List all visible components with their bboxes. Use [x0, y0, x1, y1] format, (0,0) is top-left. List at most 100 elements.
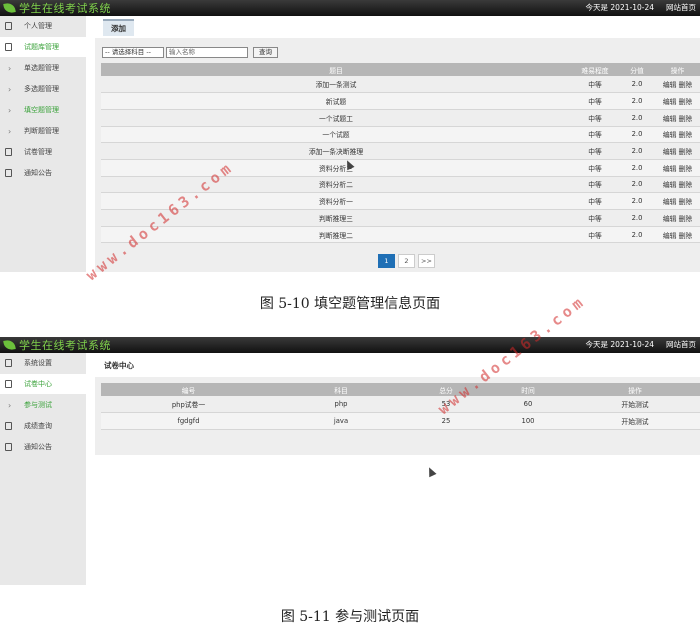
time-cell: 100 — [486, 412, 570, 430]
table-row: 判断推理二 中等 2.0 编辑 删除 — [101, 226, 700, 244]
action-cell: 编辑 删除 — [655, 76, 700, 94]
tab-add[interactable]: 添加 — [103, 19, 134, 36]
action-cell: 编辑 删除 — [655, 176, 700, 194]
sidebar-item[interactable]: › 多选题管理 — [0, 79, 86, 99]
action-cell: 编辑 删除 — [655, 226, 700, 244]
question-title-cell: 一个试题 — [101, 126, 571, 144]
delete-link[interactable]: 删除 — [679, 131, 693, 139]
sidebar-item[interactable]: › 填空题管理 — [0, 100, 86, 120]
site-home-link[interactable]: 网站首页 — [666, 339, 696, 350]
edit-link[interactable]: 编辑 — [663, 98, 677, 106]
sidebar-item-label: 个人管理 — [24, 22, 52, 30]
subject-select[interactable]: -- 请选择科目 -- — [102, 47, 164, 58]
top-right-info: 今天是 2021-10-24 网站首页 — [586, 2, 696, 13]
top-right-info: 今天是 2021-10-24 网站首页 — [586, 339, 696, 350]
sidebar: 个人管理试题库管理 › 单选题管理 › 多选题管理 › 填空题管理 › 判断题管理试卷管理通知公… — [0, 16, 86, 272]
sidebar-item[interactable]: 通知公告 — [0, 163, 86, 183]
delete-link[interactable]: 删除 — [679, 181, 693, 189]
question-title-cell: 添加一条决断推理 — [101, 142, 571, 160]
page-button[interactable]: 1 — [378, 254, 395, 268]
date-text: 今天是 2021-10-24 — [585, 340, 654, 349]
sidebar-item[interactable]: 个人管理 — [0, 16, 86, 36]
sidebar-item[interactable]: › 判断题管理 — [0, 121, 86, 141]
delete-link[interactable]: 删除 — [679, 81, 693, 89]
delete-link[interactable]: 删除 — [679, 148, 693, 156]
query-button[interactable]: 查询 — [253, 47, 278, 58]
sidebar-item[interactable]: 系统设置 — [0, 353, 86, 373]
delete-link[interactable]: 删除 — [679, 215, 693, 223]
action-cell: 编辑 删除 — [655, 192, 700, 210]
delete-link[interactable]: 删除 — [679, 198, 693, 206]
screenshot-take-test: 学生在线考试系统 今天是 2021-10-24 网站首页 系统设置试卷中心 › 参与… — [0, 337, 700, 585]
time-cell: 60 — [486, 396, 570, 414]
table-header-row: 题目 难易程度 分值 操作 — [101, 63, 700, 76]
edit-link[interactable]: 编辑 — [663, 215, 677, 223]
chevron-right-icon: › — [8, 400, 12, 410]
difficulty-cell: 中等 — [571, 76, 619, 94]
table-header-row: 编号 科目 总分 时间 操作 — [101, 383, 700, 396]
table-row: 一个试题 中等 2.0 编辑 删除 — [101, 126, 700, 144]
difficulty-cell: 中等 — [571, 192, 619, 210]
delete-link[interactable]: 删除 — [679, 165, 693, 173]
action-cell: 编辑 删除 — [655, 109, 700, 127]
question-table: 题目 难易程度 分值 操作 添加一条测试 中等 2.0 编辑 删除 新试题 中等 2.0 编辑… — [101, 63, 700, 244]
score-cell: 2.0 — [619, 176, 655, 194]
subject-cell: php — [276, 396, 406, 414]
paper-code-cell: fgdgfd — [101, 412, 276, 430]
table-row: 添加一条决断推理 中等 2.0 编辑 删除 — [101, 142, 700, 160]
score-cell: 2.0 — [619, 76, 655, 94]
question-title-cell: 新试题 — [101, 92, 571, 110]
action-cell: 编辑 删除 — [655, 126, 700, 144]
sidebar-item-label: 试卷管理 — [24, 148, 52, 156]
sidebar-item-label: 系统设置 — [24, 359, 52, 367]
sidebar-item[interactable]: 试卷中心 — [0, 374, 86, 394]
edit-link[interactable]: 编辑 — [663, 181, 677, 189]
sidebar-item-label: 通知公告 — [24, 169, 52, 177]
brand: 学生在线考试系统 — [3, 1, 111, 15]
screenshot-question-management: 学生在线考试系统 今天是 2021-10-24 网站首页 个人管理试题库管理 › 单… — [0, 0, 700, 272]
next-page-button[interactable]: >> — [418, 254, 435, 268]
name-search-input[interactable]: 输入名称 — [166, 47, 248, 58]
table-row: 一个试题工 中等 2.0 编辑 删除 — [101, 109, 700, 127]
document-icon — [5, 380, 12, 388]
question-title-cell: 添加一条测试 — [101, 76, 571, 94]
edit-link[interactable]: 编辑 — [663, 232, 677, 240]
document-icon — [5, 22, 12, 30]
score-cell: 2.0 — [619, 142, 655, 160]
document-icon — [5, 443, 12, 451]
sidebar-item[interactable]: 通知公告 — [0, 437, 86, 457]
sidebar-item[interactable]: 试卷管理 — [0, 142, 86, 162]
edit-link[interactable]: 编辑 — [663, 115, 677, 123]
edit-link[interactable]: 编辑 — [663, 165, 677, 173]
sidebar-item[interactable]: 成绩查询 — [0, 416, 86, 436]
delete-link[interactable]: 删除 — [679, 98, 693, 106]
document-icon — [5, 422, 12, 430]
document-icon — [5, 359, 12, 367]
sidebar-item-label: 填空题管理 — [24, 106, 59, 114]
start-test-link[interactable]: 开始测试 — [570, 412, 700, 430]
top-bar: 学生在线考试系统 今天是 2021-10-24 网站首页 — [0, 0, 700, 16]
edit-link[interactable]: 编辑 — [663, 148, 677, 156]
edit-link[interactable]: 编辑 — [663, 81, 677, 89]
question-title-cell: 资料分析三 — [101, 159, 571, 177]
delete-link[interactable]: 删除 — [679, 115, 693, 123]
table-row: fgdgfd java 25 100 开始测试 — [101, 412, 700, 430]
top-bar: 学生在线考试系统 今天是 2021-10-24 网站首页 — [0, 337, 700, 353]
edit-link[interactable]: 编辑 — [663, 198, 677, 206]
sidebar-item-label: 成绩查询 — [24, 422, 52, 430]
action-cell: 编辑 删除 — [655, 92, 700, 110]
sidebar-item-label: 判断题管理 — [24, 127, 59, 135]
document-icon — [5, 169, 12, 177]
start-test-link[interactable]: 开始测试 — [570, 396, 700, 414]
leaf-logo-icon — [3, 339, 16, 351]
delete-link[interactable]: 删除 — [679, 232, 693, 240]
search-bar: -- 请选择科目 -- 输入名称 查询 — [102, 47, 278, 58]
col-header-difficulty: 难易程度 — [571, 63, 619, 76]
sidebar-item[interactable]: 试题库管理 — [0, 37, 86, 57]
edit-link[interactable]: 编辑 — [663, 131, 677, 139]
sidebar-item[interactable]: › 参与测试 — [0, 395, 86, 415]
sidebar-item[interactable]: › 单选题管理 — [0, 58, 86, 78]
page-button[interactable]: 2 — [398, 254, 415, 268]
difficulty-cell: 中等 — [571, 109, 619, 127]
site-home-link[interactable]: 网站首页 — [666, 2, 696, 13]
